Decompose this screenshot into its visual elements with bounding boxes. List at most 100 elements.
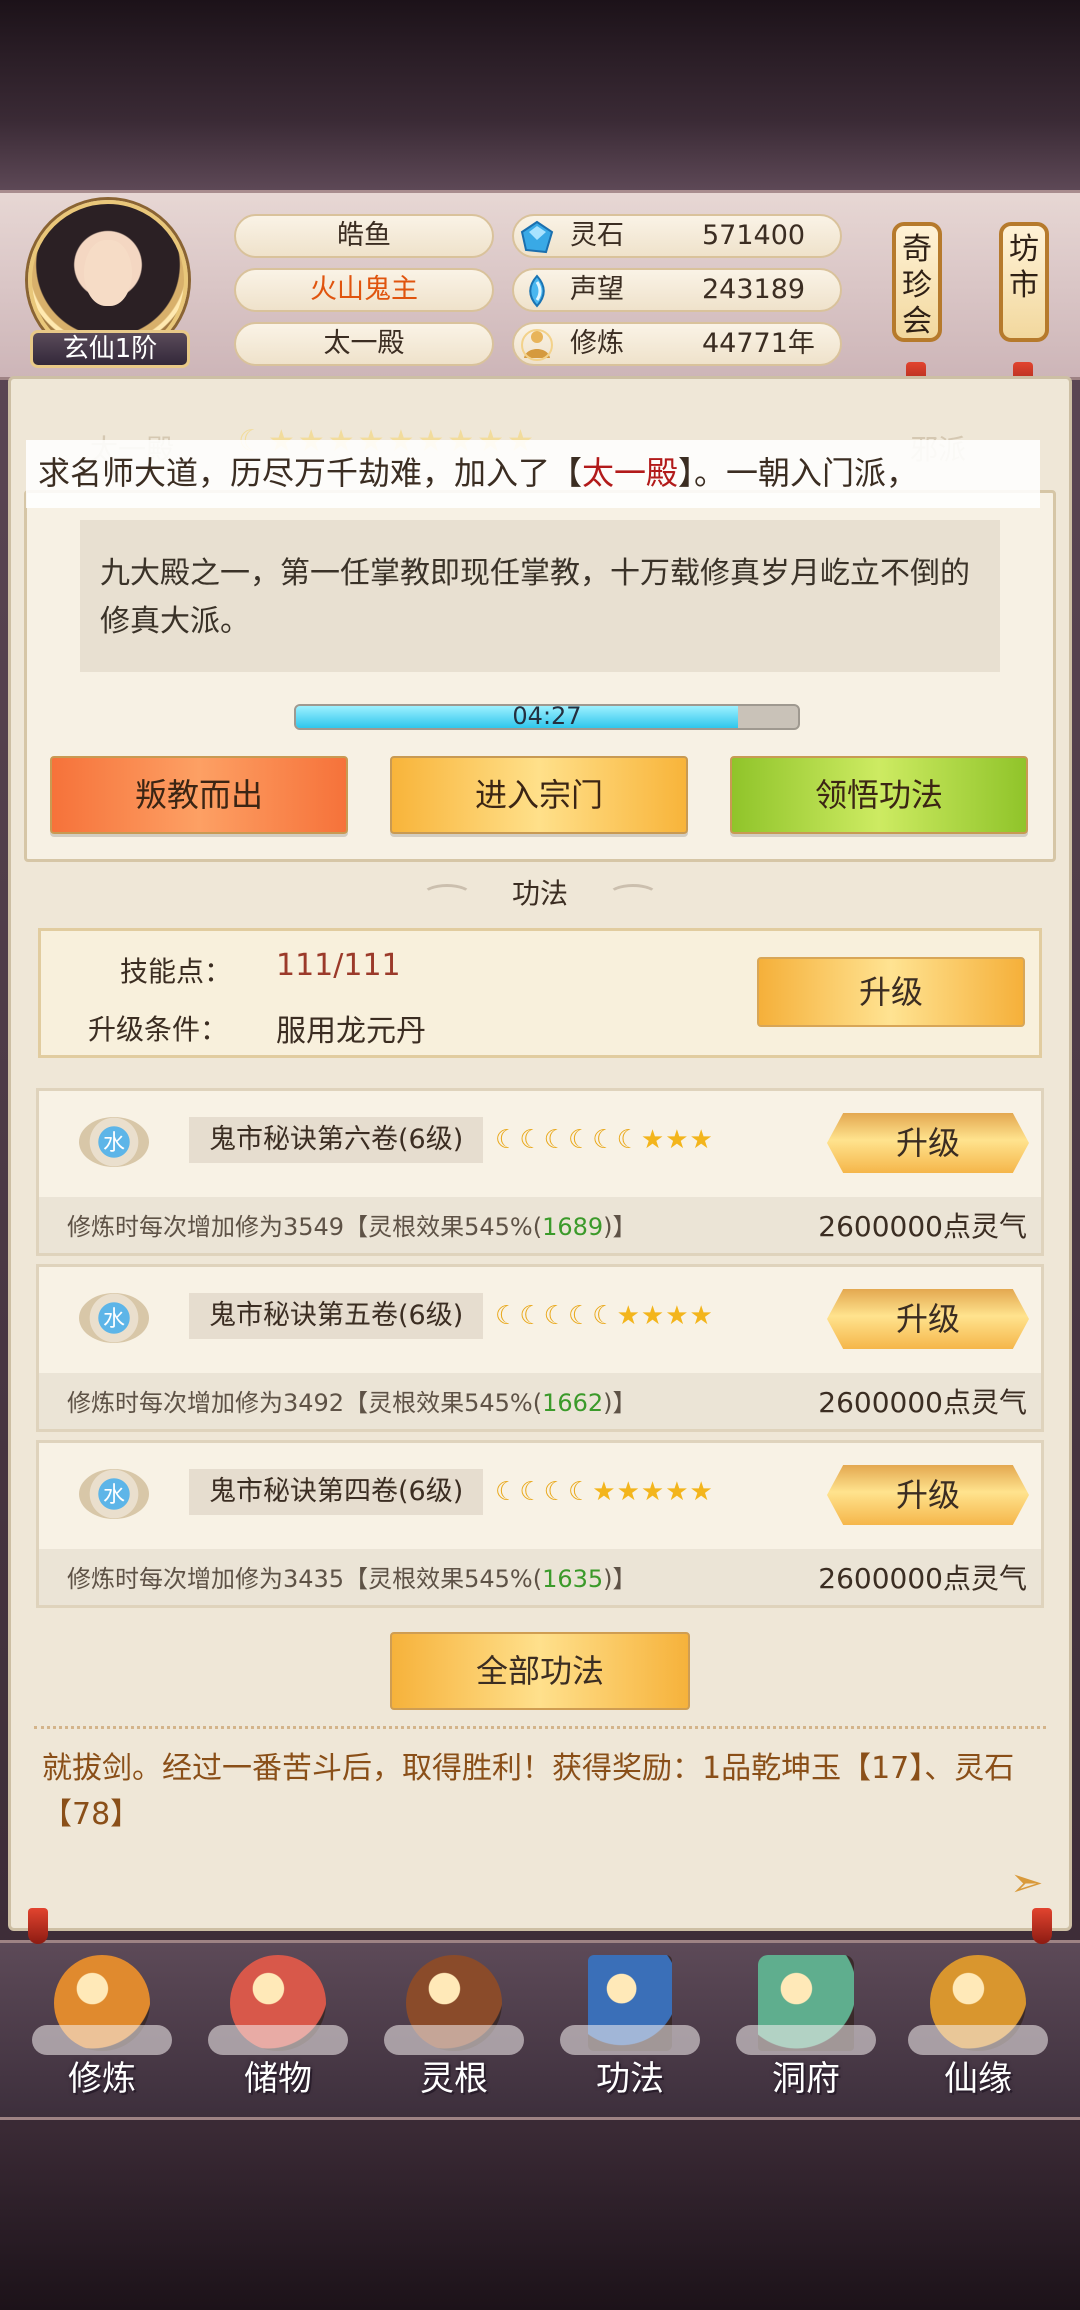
moon-icon: ☾ [495,1477,520,1507]
section-title: 功法 [511,877,568,910]
moon-icon: ☾ [567,1125,593,1155]
next-arrow-icon[interactable]: ➣ [1010,1860,1044,1906]
moon-icon: ☾ [519,1301,544,1331]
star-icon: ★ [689,1125,714,1155]
moon-icon: ☾ [543,1477,568,1507]
technique-description: 修炼时每次增加修为3492【灵根效果545%(1662)】 [67,1383,637,1418]
resource-cultivation: 修炼 44771年 [512,322,842,366]
desc-bonus: 1689 [542,1213,604,1241]
nav-label: 修炼 [68,2059,136,2099]
technique-rating: ☾☾☾☾☾☾★★★ [495,1125,714,1155]
technique-cost: 2600000点灵气 [818,1386,1027,1419]
nav-cultivate[interactable]: 修炼 [22,1955,182,2115]
star-icon: ★ [640,1125,666,1155]
moon-icon: ☾ [567,1477,593,1507]
player-rank: 玄仙1阶 [30,330,190,368]
technique-description: 修炼时每次增加修为3435【灵根效果545%(1635)】 [67,1559,637,1594]
cloud-decoration [736,2025,876,2055]
cloud-decoration [384,2025,524,2055]
resource-prestige: 声望 243189 [512,268,842,312]
technique-card: 水 鬼市秘诀第五卷(6级) ☾☾☾☾☾★★★★ 升级 修炼时每次增加修为3492… [36,1264,1044,1432]
nav-label: 功法 [596,2059,664,2099]
technique-card: 水 鬼市秘诀第四卷(6级) ☾☾☾☾★★★★★ 升级 修炼时每次增加修为3435… [36,1440,1044,1608]
water-element-icon: 水 [79,1293,149,1343]
star-icon: ★ [689,1477,714,1507]
section-header: 功法 [0,872,1080,912]
resource-label: 修炼 [570,328,624,359]
resource-value: 243189 [702,274,806,305]
element-label: 水 [102,1307,125,1332]
moon-icon: ☾ [495,1125,520,1155]
comprehend-technique-button[interactable]: 领悟功法 [730,756,1028,834]
desc-text: 修炼时每次增加修为3435【灵根效果545%( [67,1565,543,1593]
market-tag[interactable]: 坊市 [999,222,1049,342]
star-icon: ★ [592,1477,617,1507]
cloud-decoration [32,2025,172,2055]
upgrade-condition-label: 升级条件： [88,1013,229,1046]
desc-text-end: )】 [603,1389,637,1417]
tassel-ornament [28,1908,48,1944]
moon-icon: ☾ [592,1301,617,1331]
water-element-icon: 水 [79,1117,149,1167]
treasure-shop-tag[interactable]: 奇珍会 [892,222,942,342]
desc-text-end: )】 [603,1565,637,1593]
nav-label: 储物 [244,2059,312,2099]
technique-name: 鬼市秘诀第四卷(6级) [189,1469,484,1515]
resource-value: 44771年 [702,328,815,359]
player-name: 皓鱼 [234,214,494,258]
water-element-icon: 水 [79,1469,149,1519]
moon-icon: ☾ [567,1301,593,1331]
moon-icon: ☾ [543,1301,568,1331]
countdown-text: 04:27 [512,704,582,730]
prestige-icon [529,274,545,308]
leave-sect-button[interactable]: 叛教而出 [50,756,348,834]
moon-icon: ☾ [616,1125,641,1155]
ornamental-divider [34,1726,1046,1732]
cloud-decoration [908,2025,1048,2055]
technique-card: 水 鬼市秘诀第六卷(6级) ☾☾☾☾☾☾★★★ 升级 修炼时每次增加修为3549… [36,1088,1044,1256]
nav-label: 洞府 [772,2059,840,2099]
technique-footer-row: 修炼时每次增加修为3492【灵根效果545%(1662)】 2600000点灵气 [39,1373,1041,1429]
desc-text: 修炼时每次增加修为3492【灵根效果545%( [67,1389,543,1417]
cultivation-icon [521,329,553,361]
nav-spirit-root[interactable]: 灵根 [374,1955,534,2115]
sect-description: 九大殿之一，第一任掌教即现任掌教，十万载修真岁月屹立不倒的修真大派。 [80,520,1000,672]
nav-cave-house[interactable]: 洞府 [726,1955,886,2115]
technique-footer-row: 修炼时每次增加修为3549【灵根效果545%(1689)】 2600000点灵气 [39,1197,1041,1253]
moon-icon: ☾ [495,1301,520,1331]
upgrade-condition-value: 服用龙元丹 [276,1014,426,1049]
desc-text: 修炼时每次增加修为3549【灵根效果545%( [67,1213,543,1241]
nav-label: 灵根 [420,2059,488,2099]
technique-upgrade-button[interactable]: 升级 [827,1113,1029,1173]
technique-upgrade-button[interactable]: 升级 [827,1465,1029,1525]
nav-label: 仙缘 [944,2059,1012,2099]
skill-points-value: 111/111 [276,948,401,983]
star-icon: ★ [616,1477,641,1507]
technique-upgrade-button[interactable]: 升级 [827,1289,1029,1349]
star-icon: ★ [640,1301,666,1331]
cloud-decoration [560,2025,700,2055]
countdown-bar: 04:27 [294,704,800,730]
enter-sect-button[interactable]: 进入宗门 [390,756,688,834]
moon-icon: ☾ [519,1477,544,1507]
desc-bonus: 1662 [542,1389,604,1417]
star-icon: ★ [616,1301,641,1331]
technique-rating: ☾☾☾☾☾★★★★ [495,1301,714,1331]
avatar-face [84,240,132,306]
skill-upgrade-button[interactable]: 升级 [757,957,1025,1027]
nav-techniques[interactable]: 功法 [550,1955,710,2115]
ticker-text-post: 】。一朝入门派， [678,454,919,492]
skill-points-label: 技能点： [120,955,233,988]
ticker-text-pre: 求名师大道，历尽万千劫难，加入了【 [38,454,583,492]
player-sect: 太一殿 [234,322,494,366]
star-icon: ★ [665,1301,690,1331]
nav-storage[interactable]: 储物 [198,1955,358,2115]
moon-icon: ☾ [592,1125,617,1155]
cloud-decoration [208,2025,348,2055]
ornament [421,884,472,906]
player-title[interactable]: 火山鬼主 [234,268,494,312]
all-techniques-button[interactable]: 全部功法 [390,1632,690,1710]
technique-name: 鬼市秘诀第五卷(6级) [189,1293,484,1339]
nav-fortune[interactable]: 仙缘 [898,1955,1058,2115]
battle-log: 就拔剑。经过一番苦斗后，取得胜利！获得奖励：1品乾坤玉【17】、灵石【78】 [42,1751,1015,1832]
